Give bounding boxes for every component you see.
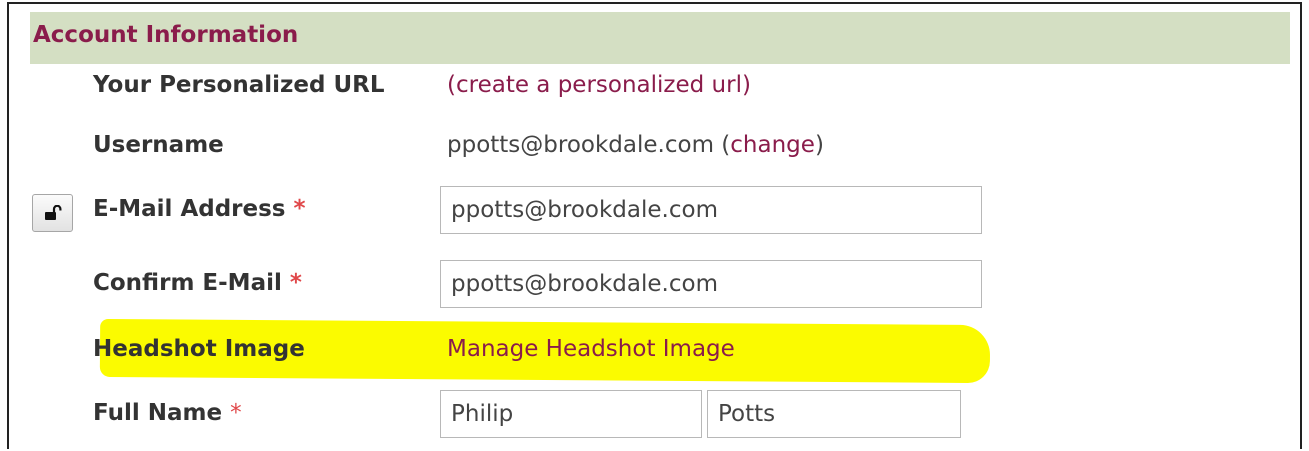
email-field[interactable] bbox=[440, 186, 982, 234]
create-personalized-url-link[interactable]: (create a personalized url) bbox=[447, 72, 751, 98]
full-name-required-mark: * bbox=[230, 400, 242, 426]
confirm-email-label: Confirm E-Mail * bbox=[93, 270, 302, 296]
headshot-label: Headshot Image bbox=[93, 336, 305, 362]
email-label: E-Mail Address * bbox=[93, 196, 306, 222]
full-name-label: Full Name * bbox=[93, 400, 242, 426]
full-name-label-text: Full Name bbox=[93, 400, 223, 426]
username-row: ppotts@brookdale.com (change) bbox=[447, 132, 824, 158]
unlock-email-button[interactable] bbox=[32, 194, 73, 232]
headshot-row: Manage Headshot Image bbox=[447, 336, 735, 362]
manage-headshot-link[interactable]: Manage Headshot Image bbox=[447, 336, 735, 362]
username-value: ppotts@brookdale.com bbox=[447, 132, 714, 158]
last-name-field[interactable] bbox=[707, 390, 961, 438]
section-header: Account Information bbox=[30, 12, 1290, 64]
confirm-email-required-mark: * bbox=[289, 270, 302, 296]
first-name-field[interactable] bbox=[440, 390, 702, 438]
open-paren: ( bbox=[713, 132, 731, 158]
change-username-link[interactable]: change bbox=[730, 132, 815, 158]
personalized-url-row: (create a personalized url) bbox=[447, 72, 751, 98]
username-label: Username bbox=[93, 132, 224, 158]
email-required-mark: * bbox=[293, 196, 306, 222]
confirm-email-label-text: Confirm E-Mail bbox=[93, 270, 282, 296]
confirm-email-field[interactable] bbox=[440, 260, 982, 308]
email-label-text: E-Mail Address bbox=[93, 196, 286, 222]
personalized-url-label: Your Personalized URL bbox=[93, 72, 385, 98]
unlock-icon bbox=[44, 205, 61, 220]
section-title: Account Information bbox=[33, 22, 299, 48]
close-paren: ) bbox=[814, 132, 824, 158]
